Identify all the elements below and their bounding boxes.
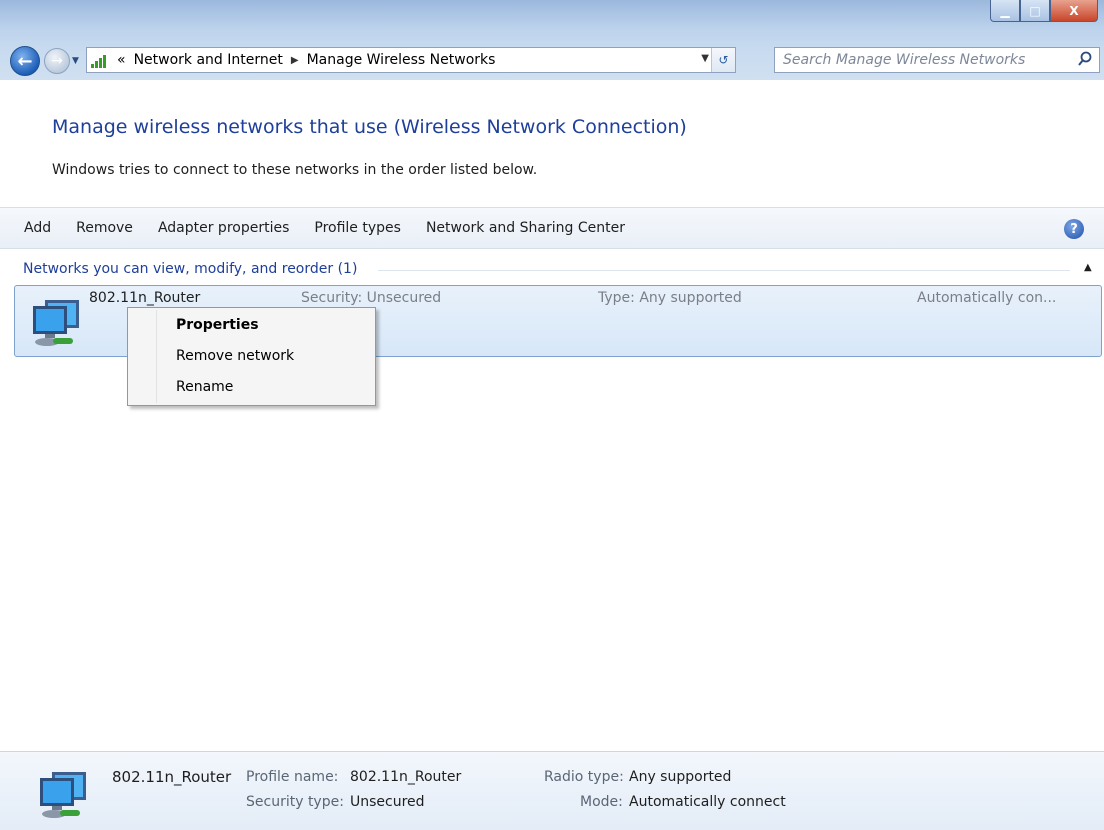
security-type-label: Security type: (246, 794, 344, 810)
maximize-button[interactable]: □ (1020, 0, 1050, 22)
group-header[interactable]: Networks you can view, modify, and reord… (23, 261, 357, 277)
radio-type-value: Any supported (629, 769, 732, 785)
details-network-name: 802.11n_Router (112, 768, 232, 786)
mode-label: Mode: (580, 794, 623, 810)
adapter-properties-button[interactable]: Adapter properties (158, 220, 289, 236)
network-mode: Automatically con... (917, 290, 1057, 306)
profile-name-value: 802.11n_Router (350, 769, 462, 785)
wireless-network-icon (40, 772, 86, 818)
security-type-value: Unsecured (350, 794, 425, 810)
search-input[interactable]: Search Manage Wireless Networks (783, 52, 1025, 68)
menu-item-remove-network[interactable]: Remove network (176, 348, 294, 364)
breadcrumb-network-and-internet[interactable]: Network and Internet (134, 52, 283, 68)
close-button[interactable]: X (1050, 0, 1098, 22)
address-bar[interactable]: « Network and Internet ▶ Manage Wireless… (86, 47, 736, 73)
forward-button[interactable]: → (44, 48, 70, 74)
profile-types-button[interactable]: Profile types (314, 220, 401, 236)
network-name: 802.11n_Router (89, 290, 201, 306)
refresh-icon: ↺ (718, 53, 729, 67)
remove-button[interactable]: Remove (76, 220, 133, 236)
collapse-group-icon[interactable]: ▲ (1084, 262, 1092, 273)
page-title: Manage wireless networks that use (Wirel… (52, 116, 687, 138)
mode-value: Automatically connect (629, 794, 786, 810)
radio-type-label: Radio type: (544, 769, 624, 785)
address-overflow-button[interactable]: « (117, 52, 126, 68)
network-signal-icon (91, 52, 111, 68)
minimize-button[interactable]: ▁ (990, 0, 1020, 22)
address-dropdown-icon[interactable]: ▼ (701, 53, 709, 64)
network-security: Security: Unsecured (301, 290, 442, 306)
command-bar: Add Remove Adapter properties Profile ty… (0, 207, 1104, 249)
details-pane: 802.11n_Router Profile name: 802.11n_Rou… (0, 751, 1104, 830)
network-and-sharing-center-button[interactable]: Network and Sharing Center (426, 220, 625, 236)
back-arrow-icon: ← (17, 50, 33, 72)
page-description: Windows tries to connect to these networ… (52, 162, 538, 178)
breadcrumb: « Network and Internet ▶ Manage Wireless… (117, 52, 495, 68)
back-button[interactable]: ← (10, 46, 40, 76)
help-icon[interactable]: ? (1064, 219, 1084, 239)
refresh-button[interactable]: ↺ (711, 48, 735, 72)
group-divider (378, 270, 1070, 271)
recent-pages-dropdown[interactable]: ▼ (72, 52, 84, 70)
menu-item-properties[interactable]: Properties (176, 317, 259, 333)
chevron-down-icon: ▼ (72, 56, 79, 66)
breadcrumb-separator-icon[interactable]: ▶ (291, 55, 299, 66)
wireless-network-icon (33, 300, 79, 346)
network-type: Type: Any supported (598, 290, 742, 306)
window-controls: ▁ □ X (990, 0, 1098, 24)
title-bar: ▁ □ X ← → ▼ « Network and Internet ▶ Man… (0, 0, 1104, 80)
breadcrumb-manage-wireless-networks[interactable]: Manage Wireless Networks (307, 52, 496, 68)
context-menu: Properties Remove network Rename (127, 307, 376, 406)
menu-item-rename[interactable]: Rename (176, 379, 233, 395)
search-box[interactable]: Search Manage Wireless Networks (774, 47, 1100, 73)
add-button[interactable]: Add (24, 220, 51, 236)
forward-arrow-icon: → (51, 53, 63, 69)
search-icon[interactable] (1077, 51, 1093, 67)
profile-name-label: Profile name: (246, 769, 339, 785)
